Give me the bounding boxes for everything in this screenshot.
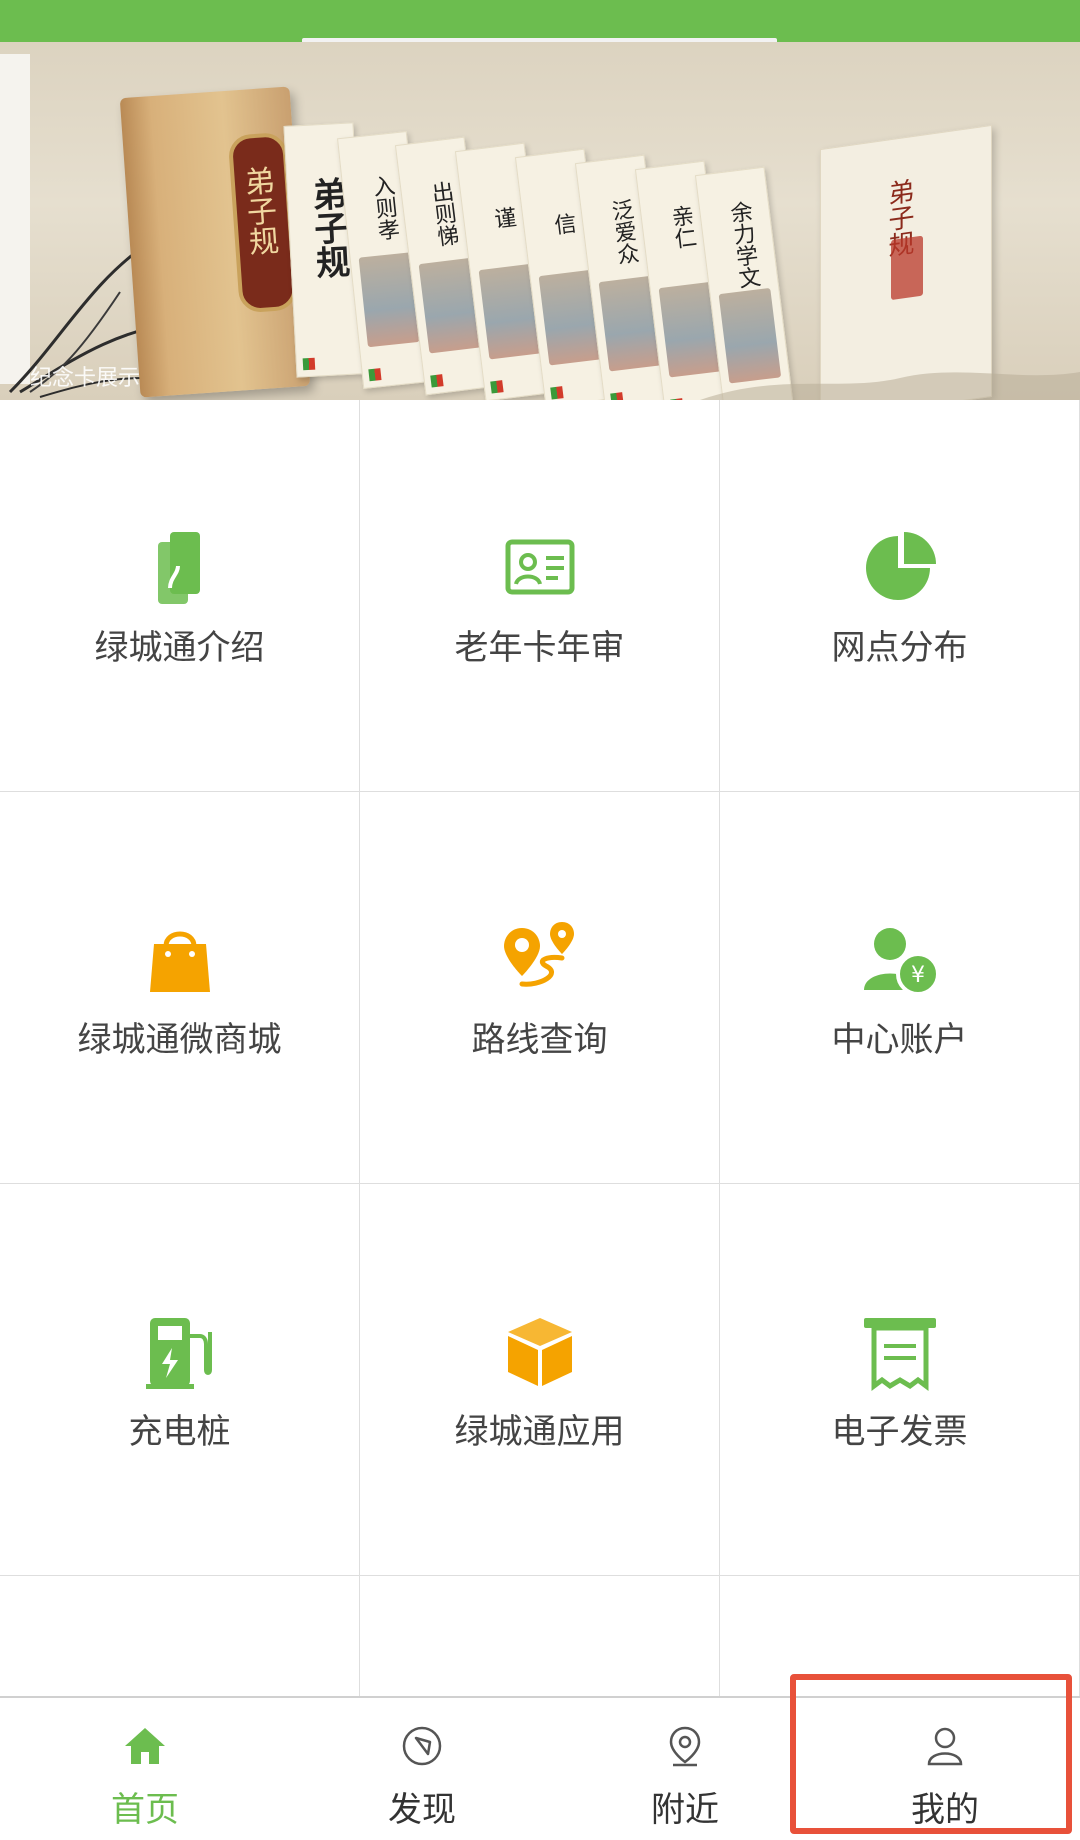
grid-item-charging-pile[interactable]: 充电桩 (0, 1184, 360, 1576)
grid-item-label: 充电桩 (128, 1412, 231, 1452)
box-seal (891, 235, 923, 301)
compass-icon (402, 1726, 442, 1766)
grid-item-e-invoice[interactable]: 电子发票 (720, 1184, 1080, 1576)
svg-text:¥: ¥ (911, 963, 925, 988)
grid-item-label: 路线查询 (471, 1020, 608, 1060)
grid-item-label: 老年卡年审 (454, 628, 625, 668)
grid-item-label: 绿城通介绍 (94, 628, 265, 668)
box-icon (507, 1318, 572, 1386)
grid-item-empty (360, 1576, 720, 1700)
grid-item-label: 中心账户 (831, 1020, 968, 1060)
grid-item-lvchengtong-intro[interactable]: 绿城通介绍 (0, 400, 360, 792)
tab-label: 发现 (388, 1790, 456, 1830)
card-icon (157, 532, 200, 604)
book-title: 弟子规 (237, 164, 280, 258)
shopping-bag-icon (149, 931, 210, 992)
card-stamp (610, 392, 624, 400)
invoice-icon (863, 1318, 936, 1391)
feature-grid: 绿城通介绍 老年卡年审 网点分布 绿城通微商城 路线查询 ¥ 中心账户 充电桩 … (0, 400, 1080, 1700)
grid-item-micro-mall[interactable]: 绿城通微商城 (0, 792, 360, 1184)
grid-item-label: 绿城通应用 (454, 1412, 625, 1452)
route-icon (503, 922, 574, 987)
grid-item-empty (0, 1576, 360, 1700)
card-stamp (550, 386, 564, 400)
card-stamp (368, 368, 382, 382)
tab-home[interactable]: 首页 (10, 1698, 280, 1840)
grid-item-route-query[interactable]: 路线查询 (360, 792, 720, 1184)
bottom-tab-bar: 首页 发现 附近 我的 (0, 1696, 1080, 1840)
tab-label: 首页 (111, 1790, 179, 1830)
grid-item-label: 绿城通微商城 (77, 1020, 282, 1060)
user-icon (927, 1727, 963, 1766)
card-stamp (490, 380, 504, 394)
commemorative-book: 弟子规 (119, 86, 311, 398)
id-card-icon (505, 539, 574, 595)
grid-item-label: 电子发票 (831, 1412, 968, 1452)
grid-item-label: 网点分布 (831, 628, 968, 668)
tab-mine[interactable]: 我的 (810, 1698, 1080, 1840)
banner-carousel[interactable]: 弟子规 弟子规 入则孝 出则悌 谨 信 泛爱众 亲仁 余力学文 弟子规 纪念卡展… (0, 42, 1080, 400)
tab-discover[interactable]: 发现 (287, 1698, 557, 1840)
tab-label: 我的 (911, 1790, 979, 1830)
home-icon (125, 1728, 165, 1764)
card-title: 泛爱众 (606, 197, 640, 267)
tab-nearby[interactable]: 附近 (550, 1698, 820, 1840)
grid-item-outlet-map[interactable]: 网点分布 (720, 400, 1080, 792)
card-title: 亲仁 (666, 203, 697, 251)
grid-item-apps[interactable]: 绿城通应用 (360, 1184, 720, 1576)
card-title: 谨 (489, 205, 517, 231)
card-title: 信 (549, 211, 577, 237)
grid-item-empty (720, 1576, 1080, 1700)
card-stamp (430, 374, 444, 388)
card-title: 入则孝 (368, 173, 400, 242)
card-title: 余力学文 (725, 199, 762, 291)
card-title: 出则悌 (426, 179, 460, 249)
location-pin-icon (669, 1726, 701, 1767)
landscape-hills (700, 372, 1080, 400)
grid-item-senior-card-review[interactable]: 老年卡年审 (360, 400, 720, 792)
card-stamp (302, 357, 316, 371)
banner-caption: 纪念卡展示 (30, 366, 141, 391)
pie-chart-icon (865, 532, 936, 600)
account-yuan-icon: ¥ (863, 928, 940, 996)
grid-item-central-account[interactable]: ¥ 中心账户 (720, 792, 1080, 1184)
charging-pile-icon (145, 1318, 212, 1389)
tab-label: 附近 (651, 1790, 719, 1830)
